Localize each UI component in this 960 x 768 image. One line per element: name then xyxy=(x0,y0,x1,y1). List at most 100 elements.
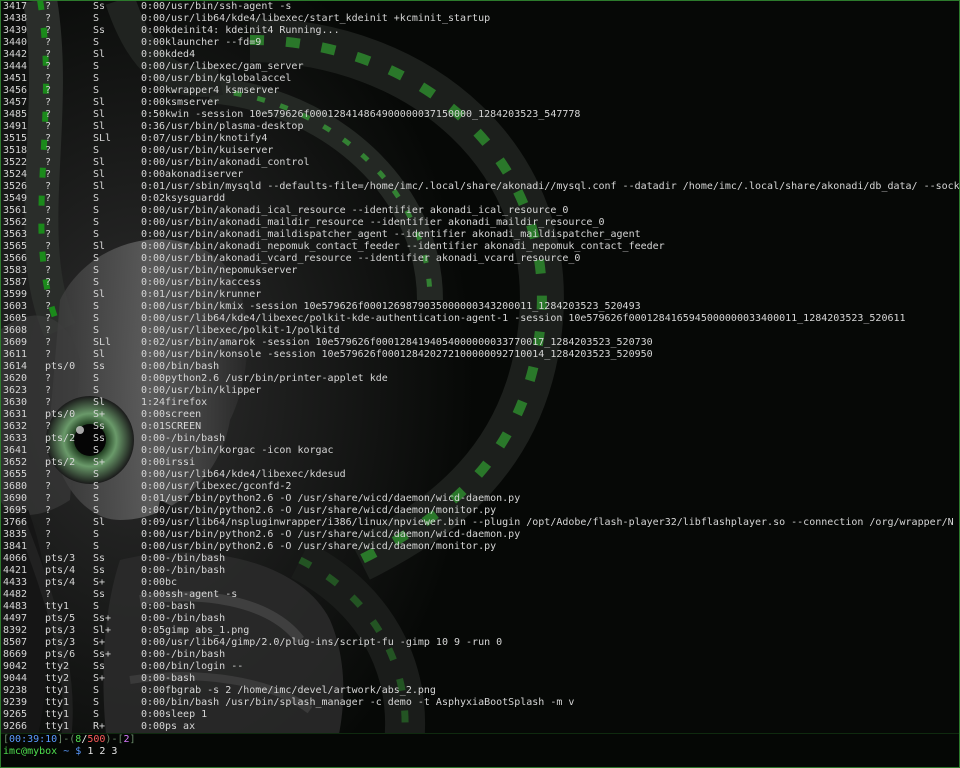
process-row: 3451? S 0:00/usr/bin/kglobalaccel xyxy=(3,73,960,85)
process-time: 0:00 xyxy=(141,265,166,276)
process-row: 3587? S 0:00/usr/bin/kaccess xyxy=(3,277,960,289)
process-time: 0:00 xyxy=(141,541,166,552)
process-stat: Ss xyxy=(93,421,106,432)
window-tab-3[interactable]: 3 xyxy=(111,746,117,757)
process-tty: pts/0 xyxy=(45,409,76,420)
process-command: /bin/bash /usr/bin/splash_manager -c dem… xyxy=(165,697,575,708)
process-pid: 3549 xyxy=(3,193,28,204)
process-pid: 3562 xyxy=(3,217,28,228)
process-tty: pts/2 xyxy=(45,433,76,444)
process-row: 3614 pts/0 Ss 0:00/bin/bash xyxy=(3,361,960,373)
process-row: 3440? S 0:00 klauncher --fd=9 xyxy=(3,37,960,49)
process-tty: ? xyxy=(45,373,52,384)
process-row: 9266 tty1 R+ 0:00 ps ax xyxy=(3,721,960,732)
process-pid: 3485 xyxy=(3,109,28,120)
process-stat: Sl xyxy=(93,121,106,132)
process-stat: S xyxy=(93,325,100,336)
prompt-line[interactable]: imc@mybox ~ $ 123 xyxy=(3,746,960,758)
process-command: /usr/bin/akonadi_ical_resource --identif… xyxy=(165,205,569,216)
process-time: 0:00 xyxy=(141,217,166,228)
process-stat: Sl xyxy=(93,289,106,300)
process-row: 3655? S 0:00/usr/lib64/kde4/libexec/kdesud xyxy=(3,469,960,481)
process-stat: S xyxy=(93,61,100,72)
process-stat: S xyxy=(93,529,100,540)
process-time: 0:00 xyxy=(141,529,166,540)
process-tty: ? xyxy=(45,301,52,312)
process-stat: Sl xyxy=(93,49,106,60)
process-tty: ? xyxy=(45,157,52,168)
process-stat: Sl xyxy=(93,517,106,528)
process-command: fbgrab -s 2 /home/imc/devel/artwork/abs_… xyxy=(165,685,436,696)
process-row: 4497 pts/5 Ss+ 0:00 -/bin/bash xyxy=(3,613,960,625)
process-command: /usr/bin/kaccess xyxy=(165,277,262,288)
process-time: 0:05 xyxy=(141,625,166,636)
process-stat: Sl xyxy=(93,397,106,408)
process-row: 4482? Ss 0:00 ssh-agent -s xyxy=(3,589,960,601)
process-row: 3766? Sl 0:09/usr/lib64/nspluginwrapper/i3… xyxy=(3,517,960,529)
process-tty: ? xyxy=(45,121,52,132)
process-row: 3841? S 0:00/usr/bin/python2.6 -O /usr/sha… xyxy=(3,541,960,553)
process-command: ssh-agent -s xyxy=(165,589,238,600)
process-stat: S xyxy=(93,85,100,96)
process-pid: 3583 xyxy=(3,265,28,276)
process-time: 0:00 xyxy=(141,721,166,732)
process-row: 9239 tty1 S 0:00/bin/bash /usr/bin/splash_m… xyxy=(3,697,960,709)
process-pid: 3614 xyxy=(3,361,28,372)
process-command: gimp abs_1.png xyxy=(165,625,250,636)
process-time: 0:01 xyxy=(141,421,166,432)
process-pid: 3451 xyxy=(3,73,28,84)
process-pid: 3566 xyxy=(3,253,28,264)
process-stat: S xyxy=(93,313,100,324)
window-tab-2[interactable]: 2 xyxy=(99,746,105,757)
process-row: 3442? Sl 0:00 kded4 xyxy=(3,49,960,61)
process-tty: ? xyxy=(45,133,52,144)
process-row: 4066 pts/3 Ss 0:00 -/bin/bash xyxy=(3,553,960,565)
process-row: 3565? Sl 0:00/usr/bin/akonadi_nepomuk_cont… xyxy=(3,241,960,253)
process-pid: 8392 xyxy=(3,625,28,636)
load-close: ] xyxy=(129,734,136,745)
process-time: 0:00 xyxy=(141,709,166,720)
process-pid: 3439 xyxy=(3,25,28,36)
process-tty: ? xyxy=(45,85,52,96)
process-pid: 3515 xyxy=(3,133,28,144)
process-time: 0:00 xyxy=(141,205,166,216)
process-time: 0:00 xyxy=(141,589,166,600)
process-row: 3695? S 0:00/usr/bin/python2.6 -O /usr/sha… xyxy=(3,505,960,517)
process-pid: 3518 xyxy=(3,145,28,156)
process-stat: Ss xyxy=(93,661,106,672)
process-time: 0:01 xyxy=(141,289,166,300)
process-pid: 3524 xyxy=(3,169,28,180)
process-tty: tty2 xyxy=(45,661,70,672)
process-row: 8669 pts/6 Ss+ 0:00 -/bin/bash xyxy=(3,649,960,661)
terminal-output[interactable]: 3417? Ss 0:00/usr/bin/ssh-agent -s 3438? S 0:… xyxy=(0,0,960,732)
process-command: /usr/bin/python2.6 -O /usr/share/wicd/da… xyxy=(165,493,521,504)
process-time: 0:00 xyxy=(141,85,166,96)
process-time: 0:01 xyxy=(141,181,166,192)
process-pid: 3633 xyxy=(3,433,28,444)
process-row: 3630? Sl 1:24 firefox xyxy=(3,397,960,409)
process-command: /bin/bash xyxy=(165,361,220,372)
process-stat: Sl+ xyxy=(93,625,112,636)
process-command: /usr/bin/krunner xyxy=(165,289,262,300)
process-command: /usr/bin/python2.6 -O /usr/share/wicd/da… xyxy=(165,541,497,552)
process-time: 0:00 xyxy=(141,1,166,12)
process-stat: R+ xyxy=(93,721,106,732)
process-stat: Sl xyxy=(93,97,106,108)
process-command: screen xyxy=(165,409,202,420)
process-stat: S xyxy=(93,37,100,48)
process-time: 0:50 xyxy=(141,109,166,120)
process-pid: 3652 xyxy=(3,457,28,468)
process-stat: S xyxy=(93,601,100,612)
process-pid: 3641 xyxy=(3,445,28,456)
process-tty: ? xyxy=(45,229,52,240)
process-time: 0:00 xyxy=(141,469,166,480)
process-command: /usr/libexec/gconfd-2 xyxy=(165,481,292,492)
process-stat: Ss xyxy=(93,361,106,372)
process-row: 3524? Sl 0:00 akonadiserver xyxy=(3,169,960,181)
process-stat: S xyxy=(93,481,100,492)
process-stat: S xyxy=(93,145,100,156)
process-tty: ? xyxy=(45,337,52,348)
window-tab-1[interactable]: 1 xyxy=(87,746,93,757)
process-row: 3549? S 0:02 ksysguardd xyxy=(3,193,960,205)
process-pid: 4421 xyxy=(3,565,28,576)
